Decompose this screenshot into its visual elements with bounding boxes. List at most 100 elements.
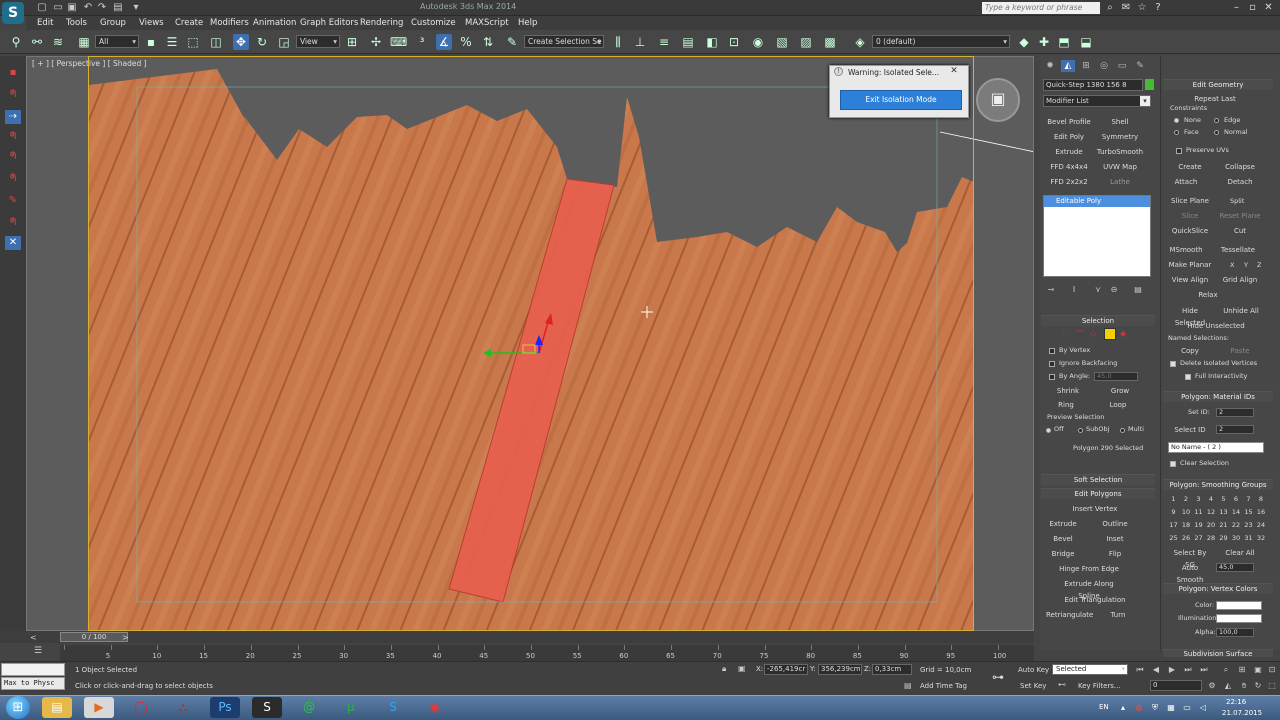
smoothing-group-button[interactable]: 11 [1193,507,1204,517]
tool-xview-icon[interactable]: ✕ [5,236,21,250]
full-interactivity-checkbox[interactable] [1185,374,1191,380]
maxscript-line[interactable]: Max to Physc [1,677,65,690]
hide-unselected-button[interactable]: Hide Unselected [1186,320,1246,332]
smoothing-group-button[interactable]: 10 [1181,507,1192,517]
3dsmax-task-icon[interactable]: S [252,697,282,718]
ffd-444-button[interactable]: FFD 4x4x4 [1045,161,1093,173]
select-in-layer-icon[interactable]: ⬒ [1056,34,1072,50]
explorer-task-icon[interactable]: ▤ [42,697,72,718]
tessellate-button[interactable]: Tessellate [1218,244,1258,256]
zoom-icon[interactable]: ⌕ [1220,665,1232,675]
constraint-none-radio[interactable] [1174,118,1179,123]
collapse-button[interactable]: Collapse [1218,161,1262,173]
named-selection-dropdown[interactable]: Create Selection Se [524,35,604,48]
clear-selection-checkbox[interactable] [1170,461,1176,467]
edit-poly-button[interactable]: Edit Poly [1045,131,1093,143]
schematic-view-icon[interactable]: ⊡ [726,34,742,50]
maximize-viewport-icon[interactable]: ⬚ [1266,681,1278,691]
tool-select-icon[interactable]: ▪ [5,66,21,80]
select-by-name-icon[interactable]: ☰ [164,34,180,50]
turbosmooth-button[interactable]: TurboSmooth [1096,146,1144,158]
illumination-swatch[interactable] [1216,614,1262,623]
smoothing-group-button[interactable]: 22 [1231,520,1242,530]
menu-tools[interactable]: Tools [66,17,87,29]
smoothing-group-button[interactable]: 30 [1231,533,1242,543]
preserve-uvs-checkbox[interactable] [1176,148,1182,154]
orbit-icon[interactable]: ↻ [1252,681,1264,691]
element-mode-icon[interactable]: ◆ [1120,329,1132,339]
exit-isolation-button[interactable]: Exit Isolation Mode [840,90,962,110]
open-file-icon[interactable]: ▭ [52,2,64,14]
display-tab-icon[interactable]: ▭ [1115,60,1129,72]
smoothing-group-button[interactable]: 16 [1256,507,1267,517]
z-button[interactable]: Z [1257,261,1261,270]
window-crossing-icon[interactable]: ◫ [208,34,224,50]
loop-button[interactable]: Loop [1098,399,1138,411]
add-to-layer-icon[interactable]: ✚ [1036,34,1052,50]
render-setup-icon[interactable]: ▧ [774,34,790,50]
modify-tab-icon[interactable]: ◭ [1061,60,1075,72]
menu-help[interactable]: Help [518,17,537,29]
angle-spinner[interactable]: 45,0 [1094,372,1138,381]
smoothing-group-button[interactable]: 19 [1193,520,1204,530]
modifier-stack[interactable] [1043,195,1151,277]
menu-maxscript[interactable]: MAXScript [465,17,509,29]
auto-key-button[interactable]: Auto Key [1018,666,1049,674]
start-button[interactable]: ⊞ [6,696,30,719]
binoculars-icon[interactable]: ⌕ [1104,2,1116,14]
outline-button[interactable]: Outline [1098,518,1132,530]
msmooth-button[interactable]: MSmooth [1168,244,1204,256]
layer-dropdown[interactable]: 0 (default) [872,35,1010,48]
hide-selected-button[interactable]: Hide Selected [1166,305,1214,327]
clock-date[interactable]: 21.07.2015 [1222,709,1262,717]
zoom-extents-icon[interactable]: ▣ [1252,665,1264,675]
selection-filter-dropdown[interactable]: All [95,35,139,48]
material-name-dropdown[interactable]: No Name - ( 2 ) [1168,442,1264,453]
undo-icon[interactable]: ↶ [82,2,94,14]
create-tab-icon[interactable]: ✹ [1043,60,1057,72]
menu-rendering[interactable]: Rendering [360,17,403,29]
smoothing-group-button[interactable]: 29 [1218,533,1229,543]
tray-arrow-icon[interactable]: ▴ [1118,703,1128,713]
create-layer-icon[interactable]: ◆ [1016,34,1032,50]
percent-snap-icon[interactable]: % [458,34,474,50]
smoothing-group-button[interactable]: 27 [1193,533,1204,543]
align-icon[interactable]: ⊥ [632,34,648,50]
zoom-extents-all-icon[interactable]: ⊡ [1266,665,1278,675]
time-tag-icon[interactable]: ▤ [904,681,912,690]
bevel-profile-button[interactable]: Bevel Profile [1045,116,1093,128]
make-unique-icon[interactable]: ⋎ [1092,285,1104,295]
utilities-tab-icon[interactable]: ✎ [1133,60,1147,72]
auto-smooth-spinner[interactable]: 45,0 [1216,563,1254,572]
ring-button[interactable]: Ring [1046,399,1086,411]
grow-button[interactable]: Grow [1098,385,1142,397]
absolute-mode-icon[interactable]: ▣ [738,664,746,673]
show-end-result-icon[interactable]: I [1068,285,1080,295]
link-icon[interactable]: ⚲ [8,34,24,50]
menu-customize[interactable]: Customize [411,17,456,29]
z-coordinate-field[interactable]: 0,33cm [872,664,912,675]
y-coordinate-field[interactable]: 356,239cm [818,664,862,675]
selection-rollout[interactable]: Selection [1041,315,1155,326]
render-production-icon[interactable]: ▩ [822,34,838,50]
object-name-field[interactable]: Quick-Step 1380 156 8 [1043,79,1143,91]
lathe-button[interactable]: Lathe [1096,176,1144,188]
modifier-list-arrow-icon[interactable]: ▾ [1140,96,1150,106]
paste-button[interactable]: Paste [1218,345,1262,357]
icq-task-icon[interactable]: @ [294,697,324,718]
spinner-snap-icon[interactable]: ⇅ [480,34,496,50]
x-coordinate-field[interactable]: -265,419cr [764,664,808,675]
inset-button[interactable]: Inset [1098,533,1132,545]
smoothing-group-button[interactable]: 20 [1206,520,1217,530]
select-id-spinner[interactable]: 2 [1216,425,1254,434]
favorites-icon[interactable]: ☆ [1136,2,1148,14]
make-planar-button[interactable]: Make Planar [1168,259,1212,271]
smoothing-group-button[interactable]: 14 [1231,507,1242,517]
shrink-button[interactable]: Shrink [1046,385,1090,397]
select-manipulate-icon[interactable]: ✢ [368,34,384,50]
minimize-button[interactable]: – [1230,1,1243,14]
lock-selection-icon[interactable]: 🔒︎ [722,664,726,674]
soft-selection-rollout[interactable]: Soft Selection [1041,474,1155,485]
preview-subobj-radio[interactable] [1078,428,1083,433]
select-rotate-icon[interactable]: ↻ [254,34,270,50]
